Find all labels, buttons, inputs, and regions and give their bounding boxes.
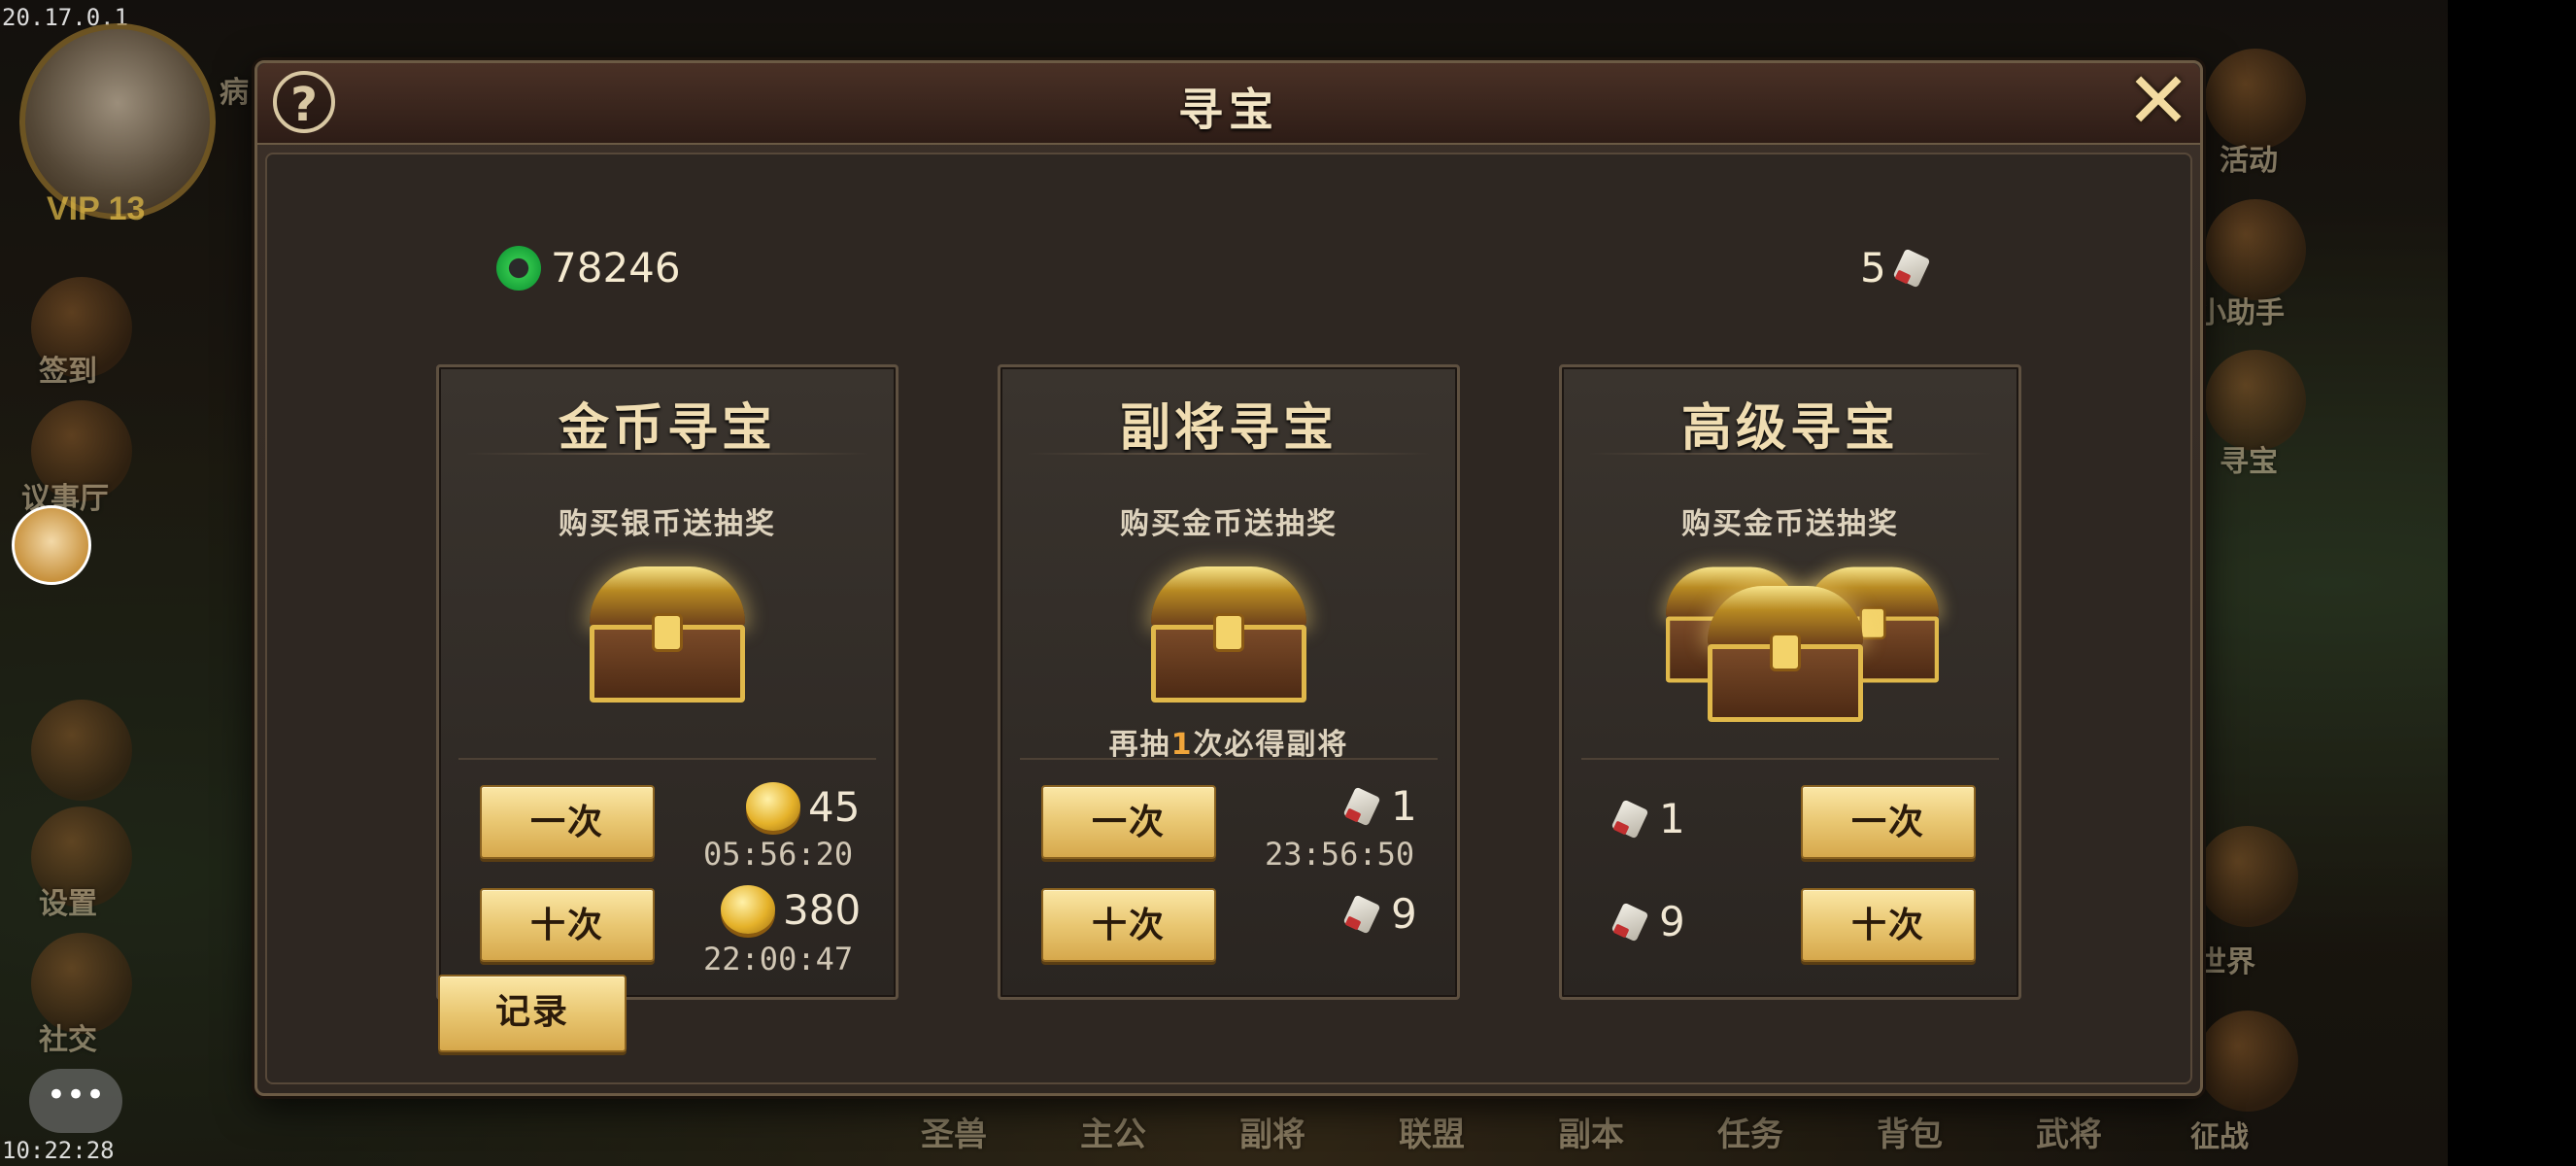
scroll-ticket-icon	[1342, 787, 1381, 826]
card-subtitle: 购买银币送抽奖	[559, 507, 776, 541]
world-dragon-icon[interactable]	[2197, 826, 2298, 927]
draw-ten-button[interactable]: 十次	[1041, 888, 1216, 962]
nav-item-alliance[interactable]: 联盟	[1352, 1108, 1511, 1156]
sign-in-label: 签到	[39, 355, 97, 389]
nav-item-beast[interactable]: 圣兽	[874, 1108, 1034, 1156]
nav-item-generals[interactable]: 武将	[1989, 1108, 2149, 1156]
scroll-balance: 5	[1860, 244, 1931, 292]
jade-balance-value: 78246	[551, 244, 681, 292]
once-cost-value: 1	[1391, 782, 1417, 830]
ten-cost: 380	[721, 885, 861, 934]
event-gift-icon[interactable]	[2205, 49, 2306, 150]
divider	[458, 758, 876, 760]
dialog-title: 寻宝	[1178, 84, 1279, 136]
deputy-treasure-card: 副将寻宝 购买金币送抽奖 再抽1次必得副将 一次 1 23:56:50 十次 9	[998, 364, 1460, 1000]
mail-icon[interactable]	[31, 700, 132, 801]
nav-item-deputy[interactable]: 副将	[1193, 1108, 1352, 1156]
gold-coin-icon	[721, 885, 775, 934]
once-cost: 1	[1610, 795, 1685, 842]
jade-balance: 78246	[496, 244, 681, 292]
draw-once-button[interactable]: 一次	[480, 785, 655, 859]
event-label: 活动	[2220, 144, 2278, 178]
social-label: 社交	[39, 1023, 97, 1057]
nav-item-dungeon[interactable]: 副本	[1511, 1108, 1671, 1156]
card-title: 金币寻宝	[558, 398, 776, 458]
record-button[interactable]: 记录	[438, 975, 627, 1052]
divider	[1026, 453, 1432, 455]
nav-item-quest[interactable]: 任务	[1671, 1108, 1830, 1156]
divider	[1581, 758, 1999, 760]
treasure-label: 寻宝	[2220, 445, 2278, 479]
top-partial-label: 病	[220, 76, 249, 110]
divider	[464, 453, 870, 455]
treasure-chest-icon	[590, 566, 745, 703]
nav-item-bag[interactable]: 背包	[1830, 1108, 1989, 1156]
scroll-ticket-icon	[1610, 800, 1649, 839]
ten-cost-value: 380	[783, 885, 862, 934]
nav-item-lord[interactable]: 主公	[1034, 1108, 1193, 1156]
campaign-dragon-icon[interactable]	[2197, 1011, 2298, 1112]
treasure-hunt-dialog: ? 寻宝 ✕ 78246 5 金币寻宝 购买银币送抽奖 一次 45 05:56:…	[254, 60, 2203, 1096]
draw-ten-button[interactable]: 十次	[1801, 888, 1976, 962]
card-title: 副将寻宝	[1119, 398, 1338, 458]
divider	[1587, 453, 1993, 455]
assistant-label: 小助手	[2197, 296, 2285, 330]
ten-cost: 9	[1342, 890, 1417, 938]
world-label: 世界	[2197, 945, 2255, 979]
draw-once-button[interactable]: 一次	[1041, 785, 1216, 859]
card-subtitle: 购买金币送抽奖	[1681, 507, 1899, 541]
ten-cost-value: 9	[1659, 898, 1685, 945]
divider	[1020, 758, 1438, 760]
close-button[interactable]: ✕	[2122, 62, 2194, 140]
gold-coin-icon	[746, 782, 800, 831]
scroll-ticket-icon	[1610, 903, 1649, 942]
draw-ten-button[interactable]: 十次	[480, 888, 655, 962]
draw-once-button[interactable]: 一次	[1801, 785, 1976, 859]
gold-treasure-card: 金币寻宝 购买银币送抽奖 一次 45 05:56:20 十次 380 22:00…	[436, 364, 898, 1000]
mascot-cat-icon[interactable]	[12, 505, 91, 585]
once-cost-value: 1	[1659, 795, 1685, 842]
scroll-ticket-icon	[1892, 249, 1931, 288]
ten-cost: 9	[1610, 898, 1685, 945]
screen-edge	[2448, 0, 2576, 1166]
guarantee-text: 再抽1次必得副将	[1108, 728, 1349, 762]
once-cost: 1	[1342, 782, 1417, 830]
jade-icon	[496, 245, 541, 291]
card-title: 高级寻宝	[1680, 398, 1899, 458]
treasure-chest-icon	[1708, 586, 1863, 722]
scroll-balance-value: 5	[1860, 244, 1886, 292]
treasure-chest-icon	[1151, 566, 1306, 703]
settings-label: 设置	[39, 887, 97, 921]
advanced-treasure-card: 高级寻宝 购买金币送抽奖 1 一次 9 十次	[1559, 364, 2021, 1000]
campaign-label: 征战	[2190, 1120, 2249, 1154]
assistant-scroll-icon[interactable]	[2205, 199, 2306, 300]
once-free-timer: 23:56:50	[1265, 836, 1415, 873]
ten-cost-value: 9	[1391, 890, 1417, 938]
ten-free-timer: 22:00:47	[703, 941, 854, 977]
dialog-title-bar: ? 寻宝 ✕	[257, 62, 2200, 145]
once-cost-value: 45	[808, 782, 861, 831]
vip-badge: VIP 13	[47, 190, 146, 227]
treasure-chest-icon[interactable]	[2205, 350, 2306, 451]
scroll-ticket-icon	[1342, 895, 1381, 934]
bottom-nav: 圣兽 主公 副将 联盟 副本 任务 背包 武将	[874, 1108, 2149, 1156]
clock-text: 10:22:28	[2, 1137, 115, 1164]
chat-button[interactable]: •••	[29, 1069, 122, 1133]
once-free-timer: 05:56:20	[703, 836, 854, 873]
once-cost: 45	[746, 782, 860, 831]
card-subtitle: 购买金币送抽奖	[1120, 507, 1338, 541]
